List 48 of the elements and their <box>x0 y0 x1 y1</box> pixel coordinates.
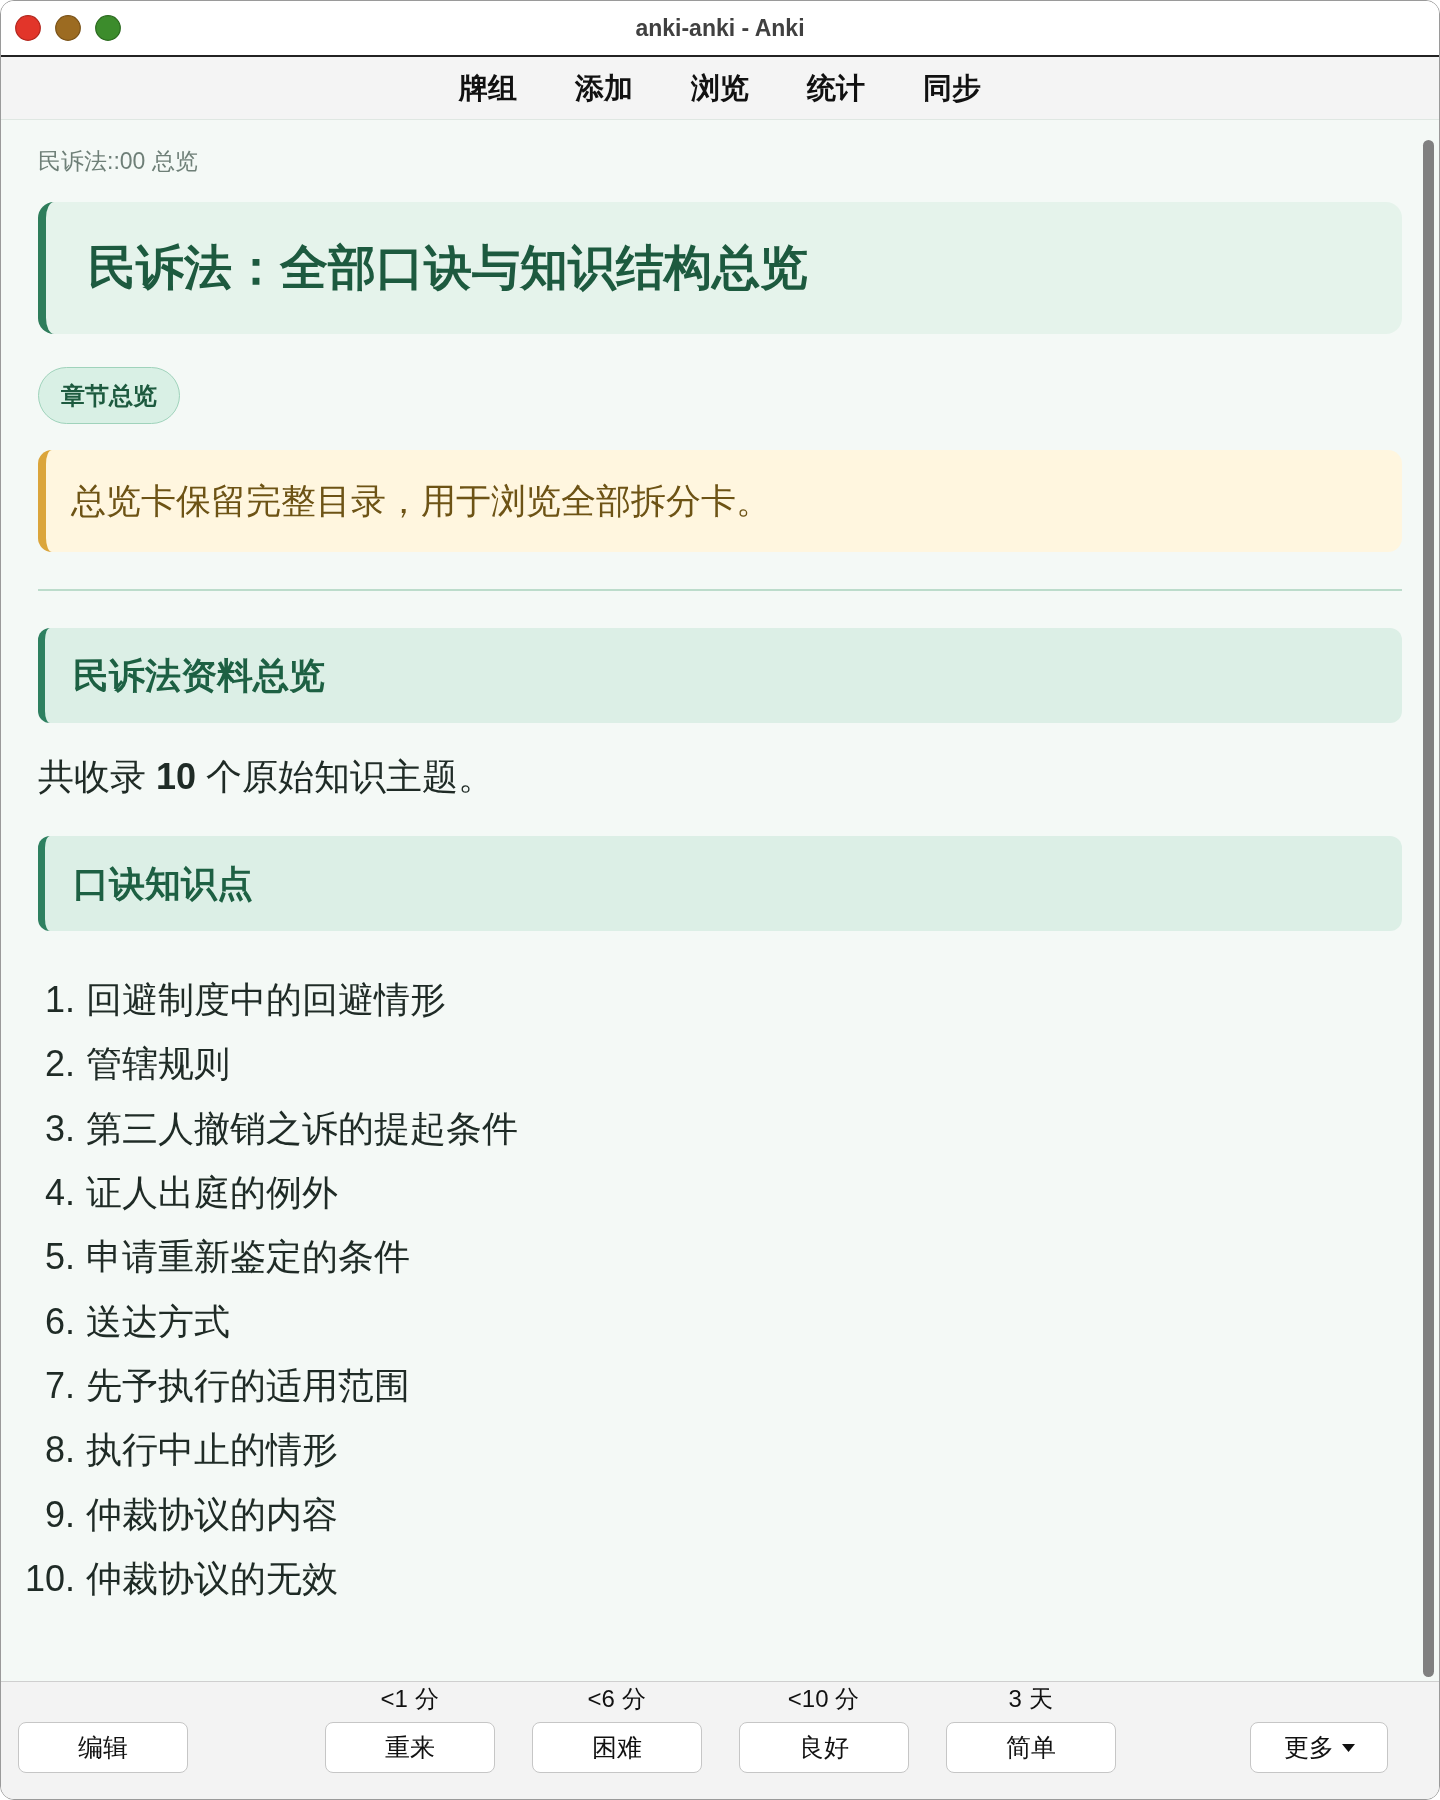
toolbar-link[interactable]: 浏览 <box>691 70 749 106</box>
list-item-text: 先予执行的适用范围 <box>86 1363 410 1408</box>
list-number: 8. <box>43 1428 75 1473</box>
window-title: anki-anki - Anki <box>635 13 805 43</box>
list-number: 5. <box>43 1235 75 1280</box>
toolbar-link[interactable]: 添加 <box>575 70 633 106</box>
edit-button[interactable]: 编辑 <box>18 1722 188 1773</box>
toolbar-link[interactable]: 同步 <box>923 70 981 106</box>
list-item-text: 送达方式 <box>86 1299 230 1344</box>
list-number: 10. <box>23 1556 75 1601</box>
card-title: 民诉法：全部口诀与知识结构总览 <box>88 240 808 296</box>
list-number: 7. <box>43 1363 75 1408</box>
interval-label: <10 分 <box>787 1685 860 1713</box>
list-item-text: 申请重新鉴定的条件 <box>86 1235 410 1280</box>
window-minimize-button[interactable] <box>55 15 81 41</box>
section-heading: 民诉法资料总览 <box>73 654 325 698</box>
list-number: 6. <box>43 1299 75 1344</box>
answer-button[interactable]: 良好 <box>738 1722 909 1773</box>
list-item-text: 仲裁协议的无效 <box>86 1556 338 1601</box>
list-number: 3. <box>43 1106 75 1151</box>
list-number: 2. <box>43 1042 75 1087</box>
list-item-text: 仲裁协议的内容 <box>86 1492 338 1537</box>
toolbar-link[interactable]: 统计 <box>807 70 865 106</box>
list-number: 9. <box>43 1492 75 1537</box>
interval-label: <6 分 <box>587 1685 646 1713</box>
list-number: 1. <box>43 978 75 1023</box>
list-item-text: 第三人撤销之诉的提起条件 <box>86 1106 518 1151</box>
window-close-button[interactable] <box>15 15 41 41</box>
scrollbar-thumb[interactable] <box>1423 140 1434 1677</box>
answer-button[interactable]: 重来 <box>324 1722 495 1773</box>
toolbar-link[interactable]: 牌组 <box>459 70 517 106</box>
chapter-tag: 章节总览 <box>38 367 180 424</box>
list-item-text: 执行中止的情形 <box>86 1428 338 1473</box>
list-item-text: 管辖规则 <box>86 1042 230 1087</box>
window-zoom-button[interactable] <box>95 15 121 41</box>
more-button[interactable]: 更多 <box>1250 1722 1388 1773</box>
caret-icon <box>1341 1743 1355 1752</box>
notice-text: 总览卡保留完整目录，用于浏览全部拆分卡。 <box>71 480 771 522</box>
deck-breadcrumb: 民诉法::00 总览 <box>38 147 198 176</box>
list-number: 4. <box>43 1171 75 1216</box>
list-item-text: 回避制度中的回避情形 <box>86 978 446 1023</box>
interval-label: 3 天 <box>1008 1685 1053 1713</box>
summary-text: 共收录 10 个原始知识主题。 <box>38 755 495 799</box>
list-item-text: 证人出庭的例外 <box>86 1171 338 1216</box>
interval-label: <1 分 <box>380 1685 439 1713</box>
answer-button[interactable]: 困难 <box>531 1722 702 1773</box>
answer-button[interactable]: 简单 <box>945 1722 1116 1773</box>
section-heading: 口诀知识点 <box>73 862 253 906</box>
